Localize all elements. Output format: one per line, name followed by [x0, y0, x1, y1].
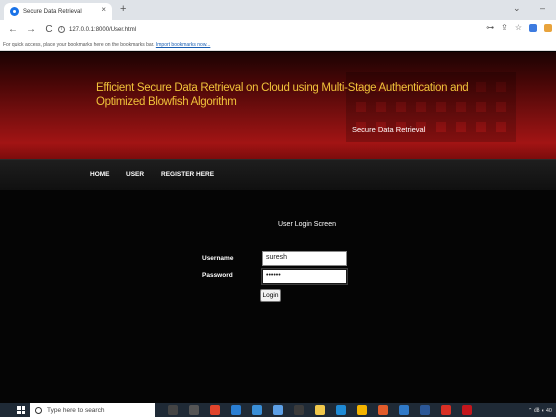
password-label: Password [202, 272, 233, 279]
extension-fox-icon[interactable] [544, 23, 552, 32]
login-heading: User Login Screen [278, 221, 336, 228]
taskbar-search[interactable]: Type here to search [30, 403, 155, 417]
browser-tabstrip: Secure Data Retrieval × + ⌄ – [0, 0, 556, 20]
share-icon[interactable]: ⇪ [501, 23, 508, 32]
pdf-icon[interactable] [441, 405, 451, 415]
toolbar-right-icons: ⊶ ⇪ ☆ [486, 23, 552, 32]
mail-icon[interactable] [336, 405, 346, 415]
file-explorer-icon[interactable] [315, 405, 325, 415]
app-icon[interactable] [210, 405, 220, 415]
key-icon[interactable]: ⊶ [486, 23, 494, 32]
extension-shield-icon[interactable] [529, 23, 537, 32]
site-subtitle: Secure Data Retrieval [352, 125, 426, 134]
bookmark-star-icon[interactable]: ☆ [515, 23, 522, 32]
url-text: 127.0.0.1:8000/User.html [69, 26, 137, 33]
minimize-icon[interactable]: – [540, 3, 545, 13]
app-icon[interactable] [378, 405, 388, 415]
bookmarks-prompt: For quick access, place your bookmarks h… [3, 42, 155, 48]
windows-start-icon[interactable] [17, 406, 25, 414]
forward-icon[interactable]: → [26, 24, 36, 35]
site-banner: Efficient Secure Data Retrieval on Cloud… [0, 52, 556, 159]
taskbar: Type here to search ⌃ ㏈ ◖ 40 [0, 403, 556, 417]
nav-home[interactable]: HOME [90, 171, 110, 178]
web-page: Efficient Secure Data Retrieval on Cloud… [0, 52, 556, 403]
main-menu: HOME USER REGISTER HERE [0, 159, 556, 190]
new-tab-button[interactable]: + [120, 3, 126, 15]
browser-tab[interactable]: Secure Data Retrieval × [4, 3, 112, 20]
close-tab-icon[interactable]: × [101, 5, 106, 14]
store-icon[interactable] [252, 405, 262, 415]
browser-toolbar: ← → C i 127.0.0.1:8000/User.html ⊶ ⇪ ☆ [0, 20, 556, 39]
login-button[interactable]: Login [260, 289, 281, 302]
cortana-icon [35, 406, 42, 414]
app-icon[interactable] [462, 405, 472, 415]
login-section: User Login Screen Username suresh Passwo… [0, 190, 556, 403]
reload-icon[interactable]: C [44, 24, 54, 35]
app-icon[interactable] [399, 405, 409, 415]
terminal-icon[interactable] [294, 405, 304, 415]
system-tray[interactable]: ⌃ ㏈ ◖ 40 [528, 406, 552, 414]
site-info-icon[interactable]: i [58, 26, 65, 33]
chevron-down-icon[interactable]: ⌄ [513, 3, 521, 14]
app-icon[interactable] [273, 405, 283, 415]
taskbar-apps [168, 405, 472, 415]
nav-user[interactable]: USER [126, 171, 144, 178]
taskbar-search-placeholder: Type here to search [47, 406, 105, 414]
bookmarks-bar: For quick access, place your bookmarks h… [0, 39, 556, 51]
site-title: Efficient Secure Data Retrieval on Cloud… [96, 82, 469, 108]
password-field[interactable]: •••••• [261, 268, 348, 285]
address-bar[interactable]: i 127.0.0.1:8000/User.html [58, 23, 478, 36]
tab-title: Secure Data Retrieval [23, 8, 82, 15]
nav-register[interactable]: REGISTER HERE [161, 171, 214, 178]
edge-icon[interactable] [231, 405, 241, 415]
chrome-icon[interactable] [357, 405, 367, 415]
task-view-icon[interactable] [189, 405, 199, 415]
username-label: Username [202, 255, 234, 262]
username-field[interactable]: suresh [262, 251, 347, 266]
app-icon[interactable] [420, 405, 430, 415]
mic-icon[interactable] [168, 405, 178, 415]
chrome-favicon-icon [10, 7, 19, 16]
back-icon[interactable]: ← [8, 24, 18, 35]
import-bookmarks-link[interactable]: Import bookmarks now... [156, 42, 210, 48]
